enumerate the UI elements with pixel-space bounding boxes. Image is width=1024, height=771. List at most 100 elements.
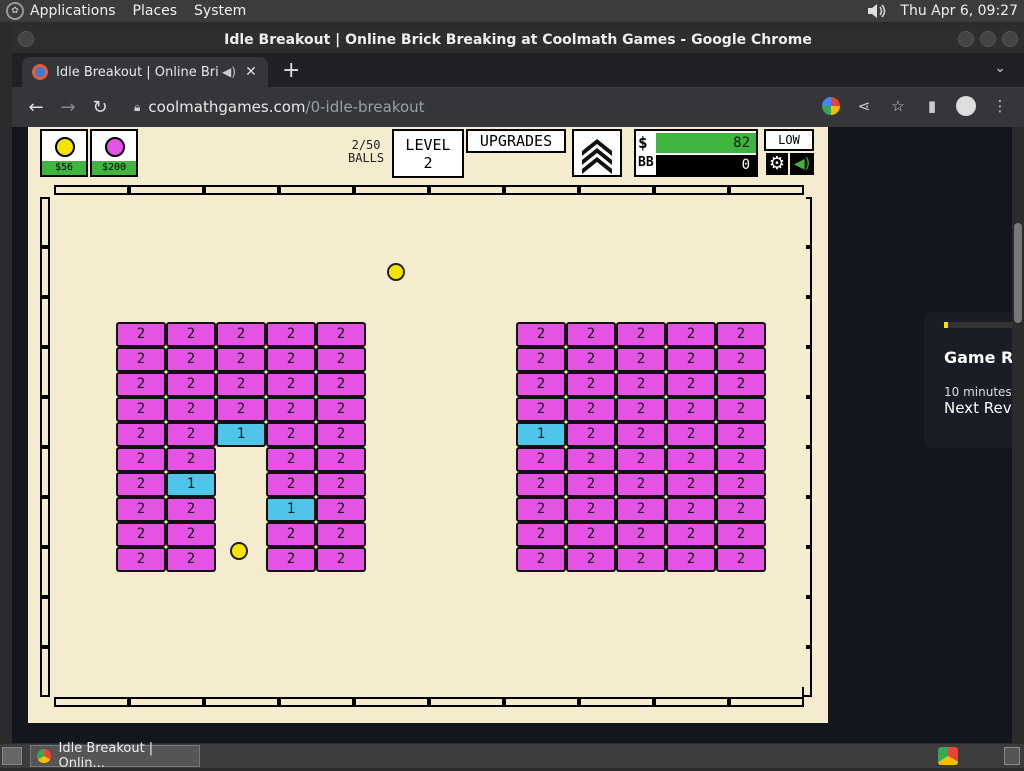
brick[interactable]: 1: [216, 422, 266, 447]
forward-arrow-icon[interactable]: →: [54, 97, 82, 118]
brick[interactable]: 2: [616, 522, 666, 547]
brick[interactable]: 2: [666, 372, 716, 397]
brick[interactable]: 2: [566, 347, 616, 372]
lock-icon[interactable]: 🔒︎: [134, 100, 140, 115]
brick[interactable]: 2: [116, 472, 166, 497]
brick[interactable]: 2: [516, 447, 566, 472]
brick[interactable]: 2: [166, 447, 216, 472]
brick[interactable]: 2: [266, 447, 316, 472]
brick[interactable]: 2: [166, 347, 216, 372]
bookmark-star-icon[interactable]: ☆: [888, 96, 908, 116]
brick[interactable]: 2: [116, 547, 166, 572]
brick[interactable]: 2: [516, 472, 566, 497]
brick[interactable]: 2: [316, 372, 366, 397]
brick[interactable]: 2: [616, 372, 666, 397]
brick[interactable]: 2: [716, 322, 766, 347]
brick[interactable]: 2: [116, 522, 166, 547]
kebab-menu-icon[interactable]: ⋮: [990, 96, 1010, 116]
menu-system[interactable]: System: [194, 3, 246, 19]
brick[interactable]: 2: [166, 547, 216, 572]
brick[interactable]: 2: [266, 472, 316, 497]
brick[interactable]: 2: [566, 472, 616, 497]
brick[interactable]: 2: [116, 397, 166, 422]
brick[interactable]: 2: [666, 422, 716, 447]
brick[interactable]: 2: [716, 447, 766, 472]
maximize-button[interactable]: [980, 31, 996, 47]
brick[interactable]: 2: [166, 522, 216, 547]
taskbar-chrome-item[interactable]: Idle Breakout | Onlin...: [30, 741, 200, 771]
brick[interactable]: 2: [716, 547, 766, 572]
brick[interactable]: 2: [316, 497, 366, 522]
window-menu-button[interactable]: [18, 31, 34, 47]
brick[interactable]: 2: [716, 472, 766, 497]
brick[interactable]: 2: [266, 347, 316, 372]
upgrades-button[interactable]: UPGRADES: [466, 129, 566, 153]
volume-icon[interactable]: [866, 2, 888, 20]
brick[interactable]: 2: [666, 522, 716, 547]
brick[interactable]: 2: [116, 372, 166, 397]
brick[interactable]: 2: [666, 497, 716, 522]
brick[interactable]: 2: [566, 372, 616, 397]
brick[interactable]: 2: [166, 322, 216, 347]
tab-idle-breakout[interactable]: Idle Breakout | Online Bric ◀) ✕: [22, 57, 268, 87]
brick[interactable]: 2: [616, 347, 666, 372]
brick[interactable]: 2: [266, 422, 316, 447]
brick[interactable]: 2: [666, 397, 716, 422]
back-arrow-icon[interactable]: ←: [22, 97, 50, 118]
brick[interactable]: 2: [216, 322, 266, 347]
brick[interactable]: 2: [116, 447, 166, 472]
brick[interactable]: 2: [516, 522, 566, 547]
brick[interactable]: 2: [166, 422, 216, 447]
show-desktop-icon[interactable]: [2, 747, 22, 765]
clock[interactable]: Thu Apr 6, 09:27: [900, 3, 1018, 19]
quality-toggle-button[interactable]: LOW: [764, 129, 814, 151]
share-icon[interactable]: ⋖: [854, 96, 874, 116]
brick[interactable]: 2: [566, 497, 616, 522]
reload-icon[interactable]: ↻: [86, 97, 114, 118]
brick[interactable]: 2: [116, 322, 166, 347]
brick[interactable]: 2: [566, 522, 616, 547]
brick[interactable]: 2: [316, 422, 366, 447]
menu-places[interactable]: Places: [133, 3, 178, 19]
close-window-button[interactable]: [1002, 31, 1018, 47]
brick[interactable]: 2: [216, 397, 266, 422]
brick[interactable]: 2: [616, 422, 666, 447]
brick[interactable]: 2: [616, 547, 666, 572]
brick[interactable]: 2: [216, 372, 266, 397]
brick[interactable]: 2: [566, 322, 616, 347]
brick[interactable]: 2: [116, 422, 166, 447]
brick[interactable]: 2: [116, 347, 166, 372]
brick[interactable]: 2: [566, 547, 616, 572]
brick[interactable]: 2: [116, 497, 166, 522]
brick[interactable]: 2: [716, 372, 766, 397]
brick[interactable]: 2: [316, 447, 366, 472]
brick[interactable]: 2: [266, 522, 316, 547]
level-indicator[interactable]: LEVEL 2: [392, 129, 464, 178]
brick[interactable]: 2: [316, 472, 366, 497]
brick[interactable]: 2: [266, 322, 316, 347]
brick[interactable]: 2: [166, 372, 216, 397]
buy-plasma-ball-button[interactable]: $200: [90, 129, 138, 177]
side-panel-icon[interactable]: ▮: [922, 96, 942, 116]
brick[interactable]: 2: [716, 497, 766, 522]
brick[interactable]: 2: [716, 422, 766, 447]
brick[interactable]: 2: [516, 372, 566, 397]
brick[interactable]: 2: [666, 472, 716, 497]
arena[interactable]: 2222222222222222222222122222221222212222…: [66, 197, 806, 687]
brick[interactable]: 2: [516, 322, 566, 347]
brick[interactable]: 2: [316, 397, 366, 422]
game-reward-card[interactable]: Game R 10 minutes Next Rev: [924, 312, 1024, 448]
address-bar[interactable]: coolmathgames.com/0-idle-breakout: [148, 98, 424, 116]
brick[interactable]: 2: [316, 322, 366, 347]
brick[interactable]: 2: [616, 397, 666, 422]
tab-search-chevron-icon[interactable]: ⌄: [994, 60, 1006, 76]
workspace-switcher[interactable]: [1004, 747, 1020, 765]
brick[interactable]: 2: [716, 347, 766, 372]
gnome-foot-icon[interactable]: ✿: [6, 2, 24, 20]
brick[interactable]: 2: [266, 547, 316, 572]
google-lens-icon[interactable]: [822, 97, 840, 115]
brick[interactable]: 2: [516, 397, 566, 422]
tray-chrome-icon[interactable]: [938, 747, 958, 765]
brick[interactable]: 2: [316, 522, 366, 547]
brick[interactable]: 2: [616, 322, 666, 347]
